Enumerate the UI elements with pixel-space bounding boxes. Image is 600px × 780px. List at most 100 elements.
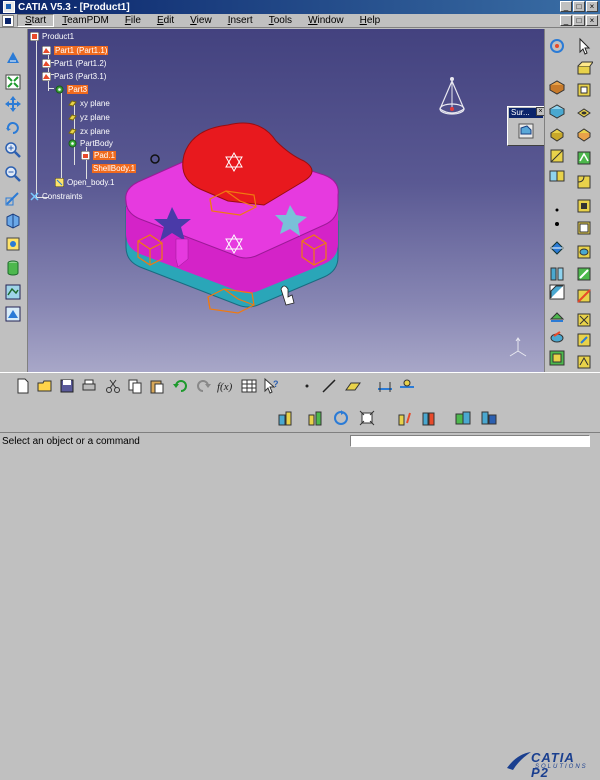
clash-analysis-icon[interactable] (420, 409, 438, 427)
new-document-icon[interactable] (14, 377, 32, 395)
menu-edit-mnemonic: E (156, 15, 164, 26)
update-icon[interactable] (332, 409, 350, 427)
slot-tool-icon[interactable] (575, 125, 593, 143)
fly-mode-icon[interactable] (4, 49, 22, 67)
zoom-in-icon[interactable] (4, 141, 22, 159)
menu-teampdm[interactable]: TeamPDM (54, 15, 117, 26)
pocket-tool-icon[interactable] (548, 77, 566, 95)
copy-icon[interactable] (126, 377, 144, 395)
save-icon[interactable] (58, 377, 76, 395)
groove-tool-icon[interactable] (548, 101, 566, 119)
thick-surface-icon[interactable] (548, 327, 566, 345)
svg-text:f(x): f(x) (217, 381, 233, 393)
left-view-toolbar (0, 29, 28, 372)
compass-icon[interactable] (439, 77, 465, 115)
status-message: Select an object or a command (2, 436, 140, 447)
swap-visible-space-icon[interactable] (4, 305, 22, 323)
scaling-tool-icon[interactable] (548, 283, 566, 301)
product-structure-icon[interactable] (480, 409, 498, 427)
stiffener-tool-icon[interactable] (548, 147, 566, 165)
menu-window[interactable]: Window (300, 15, 352, 26)
measure-between-icon[interactable] (376, 377, 394, 395)
doc-restore-button[interactable]: □ (573, 15, 585, 26)
thickness-tool-icon[interactable] (575, 243, 593, 261)
explode-icon[interactable] (396, 409, 414, 427)
close-surface-icon[interactable] (575, 311, 593, 329)
menu-insert-label: nsert (230, 15, 253, 26)
menu-help-mnemonic: H (359, 15, 367, 26)
menu-help-label: elp (366, 15, 381, 26)
plane-tool-icon[interactable] (344, 377, 362, 395)
title-bar: CATIA V5.3 - [Product1] _ □ × (0, 0, 600, 14)
multi-view-icon[interactable] (4, 212, 22, 230)
status-bar: Select an object or a command (0, 432, 600, 450)
shell-tool-icon[interactable] (575, 219, 593, 237)
table-icon[interactable] (240, 377, 258, 395)
fit-all-in-icon[interactable] (4, 73, 22, 91)
edge-fillet-icon[interactable] (575, 173, 593, 191)
maximize-button[interactable]: □ (573, 1, 585, 12)
pan-icon[interactable] (4, 95, 22, 113)
menu-view[interactable]: View (182, 15, 220, 26)
3d-viewport[interactable]: Product1 Part1 (Part1.1) Part1 (Part1.2)… (28, 29, 544, 372)
chamfer-tool-icon[interactable] (575, 197, 593, 215)
loft-tool-icon[interactable] (575, 149, 593, 167)
axis-triad-icon (509, 337, 527, 357)
hole-tool-icon[interactable] (575, 103, 593, 121)
pad-tool-icon[interactable] (575, 59, 593, 77)
open-folder-icon[interactable] (36, 377, 54, 395)
fix-component-icon[interactable] (358, 409, 376, 427)
3d-model[interactable] (28, 29, 544, 372)
transform-tool-icon[interactable] (548, 239, 566, 257)
assembly-constraints-icon[interactable] (276, 409, 294, 427)
rib-tool-icon[interactable] (548, 125, 566, 143)
menu-file[interactable]: File (117, 15, 149, 26)
menu-edit-label: dit (163, 15, 175, 26)
menu-insert[interactable]: Insert (220, 15, 261, 26)
close-button[interactable]: × (586, 1, 598, 12)
manipulation-icon[interactable] (306, 409, 324, 427)
cut-icon[interactable] (104, 377, 122, 395)
split-body-icon[interactable] (575, 287, 593, 305)
doc-minimize-button[interactable]: _ (560, 15, 572, 26)
minimize-button[interactable]: _ (560, 1, 572, 12)
document-system-icon[interactable] (2, 14, 14, 27)
measure-item-icon[interactable] (398, 377, 416, 395)
pattern-tool-icon[interactable] (575, 265, 593, 283)
undo-icon[interactable] (172, 377, 190, 395)
draft-tool-icon[interactable] (548, 215, 566, 233)
shaft-tool-icon[interactable] (575, 81, 593, 99)
redo-icon[interactable] (194, 377, 212, 395)
zoom-out-icon[interactable] (4, 165, 22, 183)
shading-icon[interactable] (4, 259, 22, 277)
remove-face-icon[interactable] (575, 331, 593, 349)
catalog-browser-icon[interactable] (454, 409, 472, 427)
mirror-tool-icon[interactable] (548, 265, 566, 283)
surface-tool-icon[interactable] (517, 122, 535, 140)
doc-close-button[interactable]: × (586, 15, 598, 26)
point-icon[interactable] (298, 377, 316, 395)
quick-view-icon[interactable] (4, 235, 22, 253)
analysis-tool-icon[interactable] (575, 353, 593, 371)
menu-tools-label: ools (273, 15, 293, 26)
formula-icon[interactable]: f(x) (216, 377, 234, 395)
paste-icon[interactable] (148, 377, 166, 395)
split-tool-icon[interactable] (548, 167, 566, 185)
catia-app-icon[interactable] (3, 1, 15, 13)
normal-view-icon[interactable] (4, 189, 22, 207)
select-arrow-icon[interactable] (575, 37, 593, 55)
sew-surface-icon[interactable] (548, 307, 566, 325)
whats-this-help-icon[interactable]: ? (262, 377, 280, 395)
boolean-operations-icon[interactable] (548, 349, 566, 367)
rotate-icon[interactable] (4, 119, 22, 137)
menu-edit[interactable]: Edit (149, 15, 182, 26)
menu-start[interactable]: Start (17, 14, 55, 27)
hide-show-icon[interactable] (4, 283, 22, 301)
menu-help[interactable]: Help (352, 15, 389, 26)
print-icon[interactable] (80, 377, 98, 395)
command-input[interactable] (350, 435, 590, 447)
catia-logo-subtitle: SOLUTIONS (535, 764, 588, 770)
sketcher-icon[interactable] (548, 37, 566, 55)
menu-tools[interactable]: Tools (261, 15, 300, 26)
line-icon[interactable] (320, 377, 338, 395)
